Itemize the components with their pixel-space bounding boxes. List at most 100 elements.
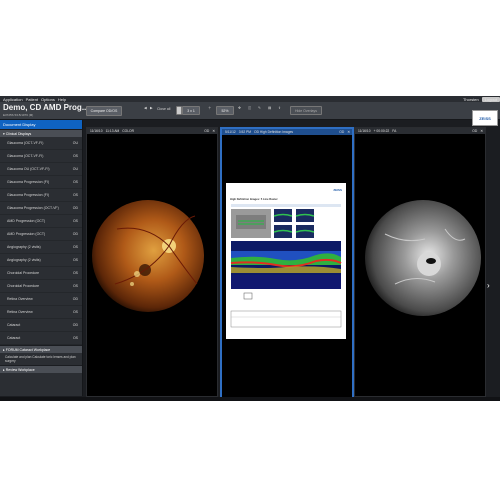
sidebar-item[interactable]: Angiography (2 visits) OS — [0, 241, 82, 254]
layout-select[interactable]: 3 x 1 — [182, 106, 200, 115]
cataract-workplace-description: Calculate and plan Calculate toric lense… — [5, 355, 76, 363]
sidebar-item[interactable]: Glaucoma Progression (FI) OS — [0, 189, 82, 202]
export-icon[interactable]: ⇪ — [278, 106, 281, 110]
panel-eye: OD — [204, 129, 210, 133]
sidebar-item-eye: OD — [72, 297, 78, 301]
sidebar-item-eye: OS — [72, 271, 78, 275]
sidebar-item-label: AMD Progression (OCT) — [7, 219, 46, 223]
sidebar-item[interactable]: Glaucoma OU (OCT-VF-FI) OU — [0, 163, 82, 176]
sidebar-item-eye: OS — [72, 180, 78, 184]
sidebar-item-label: Choroidal Procedure — [7, 284, 40, 288]
sidebar-item[interactable]: Retina Overview OD — [0, 293, 82, 306]
oct-report-images — [230, 204, 342, 328]
sidebar-item[interactable]: Retina Overview OS — [0, 306, 82, 319]
panel-date: 5/11/12 — [225, 130, 236, 134]
sidebar-item[interactable]: Choroidal Procedure OS — [0, 267, 82, 280]
zeiss-logo-text: ZEISS — [479, 115, 491, 121]
sidebar-item[interactable]: AMD Progression (OCT) OS — [0, 215, 82, 228]
pan-icon[interactable]: ✥ — [238, 106, 241, 110]
report-logo: ZEISS — [333, 188, 342, 192]
sidebar-item-label: Angiography (2 visits) — [7, 245, 41, 249]
sidebar-item-eye: OU — [72, 141, 78, 145]
sidebar-item[interactable]: Cataract OD — [0, 319, 82, 332]
sidebar-item[interactable]: Angiography (2 visits) OS — [0, 254, 82, 267]
hide-overlays-button[interactable]: Hide Overlays — [290, 106, 322, 115]
sidebar-item[interactable]: Glaucoma (OCT-VF-FI) OU — [0, 137, 82, 150]
panel-desc: OD High Definition Images — [254, 130, 294, 134]
sidebar-item-eye: OS — [72, 336, 78, 340]
panel-desc: COLOR — [122, 129, 135, 133]
group-label: Review Workplace — [5, 367, 35, 372]
menu-patient[interactable]: Patient — [26, 97, 38, 102]
review-workplace-group[interactable]: ▸ Review Workplace — [0, 365, 82, 373]
sidebar-item-label: Glaucoma (OCT-VF-FI) — [7, 154, 44, 158]
print-icon[interactable]: ▤ — [268, 106, 271, 110]
menu-options[interactable]: Options — [41, 97, 55, 102]
sidebar-item-label: Glaucoma Progression (FI) — [7, 193, 50, 197]
menu-application[interactable]: Application — [3, 97, 23, 102]
patient-details: E3725S 5/15/1976 (M) — [3, 113, 33, 117]
sidebar-item-eye: OS — [72, 284, 78, 288]
patient-name: Demo, CD AMD Prog... — [3, 103, 89, 112]
next-page-icon[interactable]: › — [487, 281, 493, 291]
sidebar-title[interactable]: Document Display — [0, 120, 82, 129]
sidebar-item[interactable]: Glaucoma (OCT-VF-FI) OS — [0, 150, 82, 163]
sidebar-item-eye: OS — [72, 310, 78, 314]
close-icon[interactable]: ✕ — [347, 130, 350, 134]
panel-date: 11/16/10 — [90, 129, 103, 133]
viewer-panels: 11/16/10 11:13 AM COLOR OD ✕ 5/11/12 3:5… — [86, 127, 496, 399]
user-name: Thorsten — [462, 96, 479, 102]
sidebar-item-label: Glaucoma OU (OCT-VF-FI) — [7, 167, 50, 171]
sidebar-item-eye: OU — [72, 167, 78, 171]
panel-time: 3:52 PM — [238, 130, 252, 134]
patient-sex: (M) — [28, 113, 34, 117]
viewer-panel-fa[interactable]: 11/16/10 + 00:00:22 FA OD ✕ — [354, 127, 486, 397]
clinical-displays-group[interactable]: ▾ Clinical Displays — [0, 129, 82, 137]
panel-eye: OD — [472, 129, 478, 133]
panel-header: 5/11/12 3:52 PM OD High Definition Image… — [222, 129, 352, 135]
oct-report-page: ZEISS High Definition Images: 5 Line Ras… — [226, 183, 346, 339]
patient-id: E3725S — [3, 113, 14, 117]
close-icon[interactable]: ✕ — [480, 129, 483, 133]
sidebar-item-label: Glaucoma Progression (OCT-VF) — [7, 206, 59, 210]
back-icon[interactable]: ◀ — [144, 106, 147, 110]
patient-dob: 5/15/1976 — [14, 113, 28, 117]
sidebar-item-eye: OD — [72, 206, 78, 210]
group-label: FORUM Cataract Workplace — [5, 347, 51, 352]
sidebar-item-eye: OS — [72, 258, 78, 262]
sidebar-item-eye: OD — [72, 323, 78, 327]
panel-time: + 00:00:22 — [373, 129, 390, 133]
zoom-select[interactable]: 52% — [216, 106, 234, 115]
menu-help[interactable]: Help — [58, 97, 66, 102]
measure-icon[interactable]: ◫ — [248, 106, 251, 110]
sidebar-item[interactable]: Choroidal Procedure OS — [0, 280, 82, 293]
logout-button[interactable]: Logout — [481, 96, 500, 102]
viewer-panel-oct[interactable]: 5/11/12 3:52 PM OD High Definition Image… — [220, 127, 354, 399]
sidebar-item-label: Cataract — [7, 323, 21, 327]
close-icon[interactable]: ✕ — [212, 129, 215, 133]
patient-header: Demo, CD AMD Prog... E3725S 5/15/1976 (M… — [0, 102, 500, 126]
sidebar-item-label: Glaucoma Progression (FI) — [7, 180, 50, 184]
close-all-button[interactable]: Close all — [157, 107, 170, 111]
app-window: Application Patient Options Help Thorste… — [0, 96, 500, 401]
panel-time: 11:13 AM — [105, 129, 120, 133]
sidebar-item-eye: OS — [72, 193, 78, 197]
zoom-in-icon[interactable]: ＋ — [208, 106, 212, 111]
panel-eye: OD — [339, 130, 345, 134]
sidebar-item[interactable]: Glaucoma Progression (OCT-VF) OD — [0, 202, 82, 215]
sidebar-item[interactable]: AMD Progression (OCT) OD — [0, 228, 82, 241]
group-label: Clinical Displays — [5, 131, 32, 136]
sidebar: Document Display ▾ Clinical Displays Gla… — [0, 120, 83, 396]
annotate-icon[interactable]: ✎ — [258, 106, 261, 110]
compare-button[interactable]: Compare OD/OS — [86, 106, 122, 116]
clinical-displays-list: Glaucoma (OCT-VF-FI) OU Glaucoma (OCT-VF-F… — [0, 137, 82, 345]
sidebar-item[interactable]: Cataract OS — [0, 332, 82, 345]
report-heading: High Definition Images: 5 Line Raster — [230, 198, 278, 201]
sidebar-item[interactable]: Glaucoma Progression (FI) OS — [0, 176, 82, 189]
forward-icon[interactable]: ▶ — [150, 106, 153, 110]
viewer-panel-color[interactable]: 11/16/10 11:13 AM COLOR OD ✕ — [86, 127, 218, 397]
cataract-workplace-group[interactable]: ▸ FORUM Cataract Workplace — [0, 345, 82, 353]
sidebar-item-eye: OS — [72, 154, 78, 158]
sidebar-item-eye: OS — [72, 245, 78, 249]
sidebar-item-label: Retina Overview — [7, 297, 33, 301]
